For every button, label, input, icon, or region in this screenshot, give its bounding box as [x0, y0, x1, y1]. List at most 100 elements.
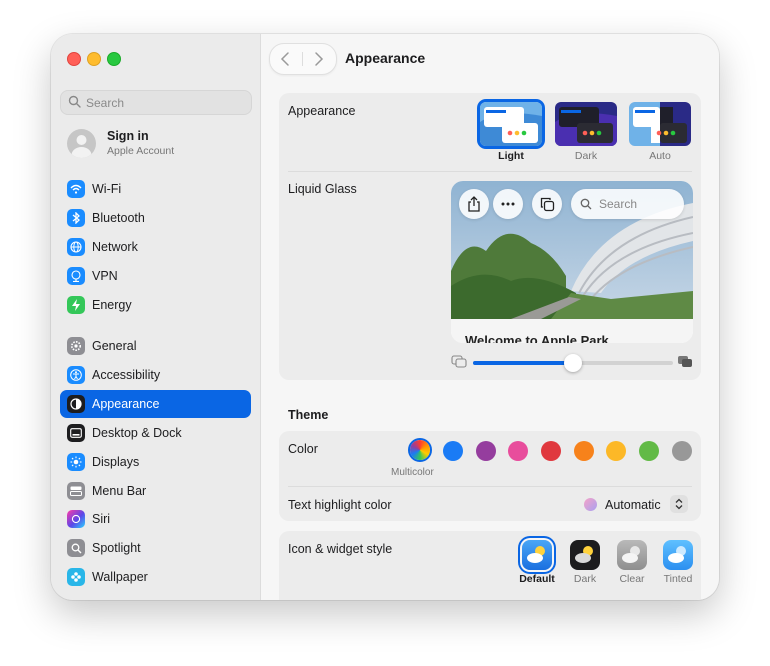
icon-style-default[interactable] — [522, 540, 552, 570]
forward-button[interactable] — [314, 51, 324, 67]
sidebar-item-desktop-dock[interactable]: Desktop & Dock — [60, 419, 251, 447]
color-swatch-green[interactable] — [639, 441, 659, 461]
sidebar-item-appearance[interactable]: Appearance — [60, 390, 251, 418]
vpn-icon — [67, 267, 85, 285]
liquid-glass-label: Liquid Glass — [288, 182, 357, 196]
bluetooth-icon — [67, 209, 85, 227]
nav-divider — [302, 52, 303, 66]
sidebar-item-label: Desktop & Dock — [92, 426, 182, 440]
sidebar-item-label: Energy — [92, 298, 132, 312]
sidebar-item-siri[interactable]: Siri — [60, 505, 251, 533]
globe-icon — [67, 238, 85, 256]
sidebar-item-label: Displays — [92, 455, 140, 469]
row-divider — [288, 171, 692, 172]
wallpaper-icon — [67, 568, 85, 586]
appearance-card: Appearance Light Dark Auto Liquid Glass … — [279, 93, 701, 380]
appearance-light-label: Light — [498, 150, 524, 162]
color-swatch-red[interactable] — [541, 441, 561, 461]
sidebar-item-displays[interactable]: Displays — [60, 448, 251, 476]
clear-glass-icon — [451, 355, 467, 368]
search-icon — [580, 198, 592, 210]
color-swatch-multicolor[interactable] — [410, 440, 430, 460]
sidebar: Search Sign in Apple Account Wi-Fi Bluet… — [51, 34, 261, 600]
sidebar-item-vpn[interactable]: VPN — [60, 262, 251, 290]
bolt-icon — [67, 296, 85, 314]
sidebar-item-bluetooth[interactable]: Bluetooth — [60, 204, 251, 232]
icon-style-dark[interactable] — [570, 540, 600, 570]
tabs-button[interactable] — [532, 189, 562, 219]
color-swatch-blue[interactable] — [443, 441, 463, 461]
auto-theme-thumbnail — [629, 102, 691, 146]
sun-icon — [67, 453, 85, 471]
sidebar-item-label: General — [92, 339, 137, 353]
sidebar-item-label: Appearance — [92, 397, 160, 411]
sidebar-item-label: Wi-Fi — [92, 182, 122, 196]
share-button[interactable] — [459, 189, 489, 219]
copy-icon — [540, 197, 554, 211]
sidebar-item-label: Menu Bar — [92, 484, 147, 498]
color-swatch-graphite[interactable] — [672, 441, 692, 461]
person-icon — [71, 135, 92, 158]
appearance-label: Appearance — [288, 104, 356, 118]
appearance-auto-label: Auto — [649, 150, 671, 162]
account-title: Sign in — [107, 129, 149, 143]
highlight-color-value: Automatic — [605, 498, 661, 512]
sidebar-item-menu-bar[interactable]: Menu Bar — [60, 477, 251, 505]
appearance-auto-option[interactable] — [629, 102, 691, 146]
sidebar-item-wallpaper[interactable]: Wallpaper — [60, 563, 251, 591]
icon-widget-label: Icon & widget style — [288, 542, 393, 556]
selected-color-label: Multicolor — [391, 467, 434, 478]
siri-icon — [67, 510, 85, 528]
glass-search-field[interactable]: Search — [571, 189, 684, 219]
spotlight-icon — [67, 539, 85, 557]
account-sign-in[interactable]: Sign in Apple Account — [67, 128, 252, 164]
color-swatch-pink[interactable] — [508, 441, 528, 461]
light-theme-thumbnail — [480, 102, 542, 146]
accessibility-icon — [67, 366, 85, 384]
highlight-color-popup[interactable]: Automatic — [279, 486, 701, 521]
sidebar-item-label: Wallpaper — [92, 570, 148, 584]
avatar — [67, 129, 96, 158]
liquid-glass-preview: Search Welcome to Apple Park — [451, 181, 693, 343]
close-window-button[interactable] — [67, 52, 81, 66]
navigation-buttons — [269, 43, 337, 75]
sidebar-item-general[interactable]: General — [60, 332, 251, 360]
sidebar-item-wifi[interactable]: Wi-Fi — [60, 175, 251, 203]
weather-icon — [575, 546, 593, 563]
popup-stepper[interactable] — [670, 495, 688, 513]
tinted-glass-icon — [678, 356, 692, 367]
sidebar-item-spotlight[interactable]: Spotlight — [60, 534, 251, 562]
sidebar-item-energy[interactable]: Energy — [60, 291, 251, 319]
sidebar-item-label: VPN — [92, 269, 118, 283]
wifi-icon — [67, 180, 85, 198]
sidebar-item-label: Network — [92, 240, 138, 254]
appearance-dark-option[interactable] — [555, 102, 617, 146]
sidebar-item-network[interactable]: Network — [60, 233, 251, 261]
icon-style-tinted[interactable] — [663, 540, 693, 570]
sidebar-item-label: Accessibility — [92, 368, 161, 382]
back-button[interactable] — [280, 51, 290, 67]
sidebar-item-label: Spotlight — [92, 541, 141, 555]
more-button[interactable] — [493, 189, 523, 219]
minimize-window-button[interactable] — [87, 52, 101, 66]
chevron-up-down-icon — [675, 498, 683, 510]
menubar-icon — [67, 482, 85, 500]
search-placeholder: Search — [86, 96, 125, 110]
icon-style-clear[interactable] — [617, 540, 647, 570]
sidebar-search-field[interactable]: Search — [60, 90, 252, 115]
color-swatch-yellow[interactable] — [606, 441, 626, 461]
slider-knob[interactable] — [564, 354, 582, 372]
theme-section-title: Theme — [288, 408, 329, 422]
zoom-window-button[interactable] — [107, 52, 121, 66]
color-swatch-purple[interactable] — [476, 441, 496, 461]
sidebar-item-accessibility[interactable]: Accessibility — [60, 361, 251, 389]
appearance-icon — [67, 395, 85, 413]
slider-fill — [473, 361, 573, 365]
page-title: Appearance — [345, 50, 426, 66]
color-swatch-orange[interactable] — [574, 441, 594, 461]
theme-card: Color Multicolor Text highlight color Au… — [279, 431, 701, 521]
settings-window: Search Sign in Apple Account Wi-Fi Bluet… — [51, 34, 719, 600]
appearance-light-option[interactable] — [480, 102, 542, 146]
color-label: Color — [288, 442, 318, 456]
ellipsis-icon — [501, 202, 515, 206]
